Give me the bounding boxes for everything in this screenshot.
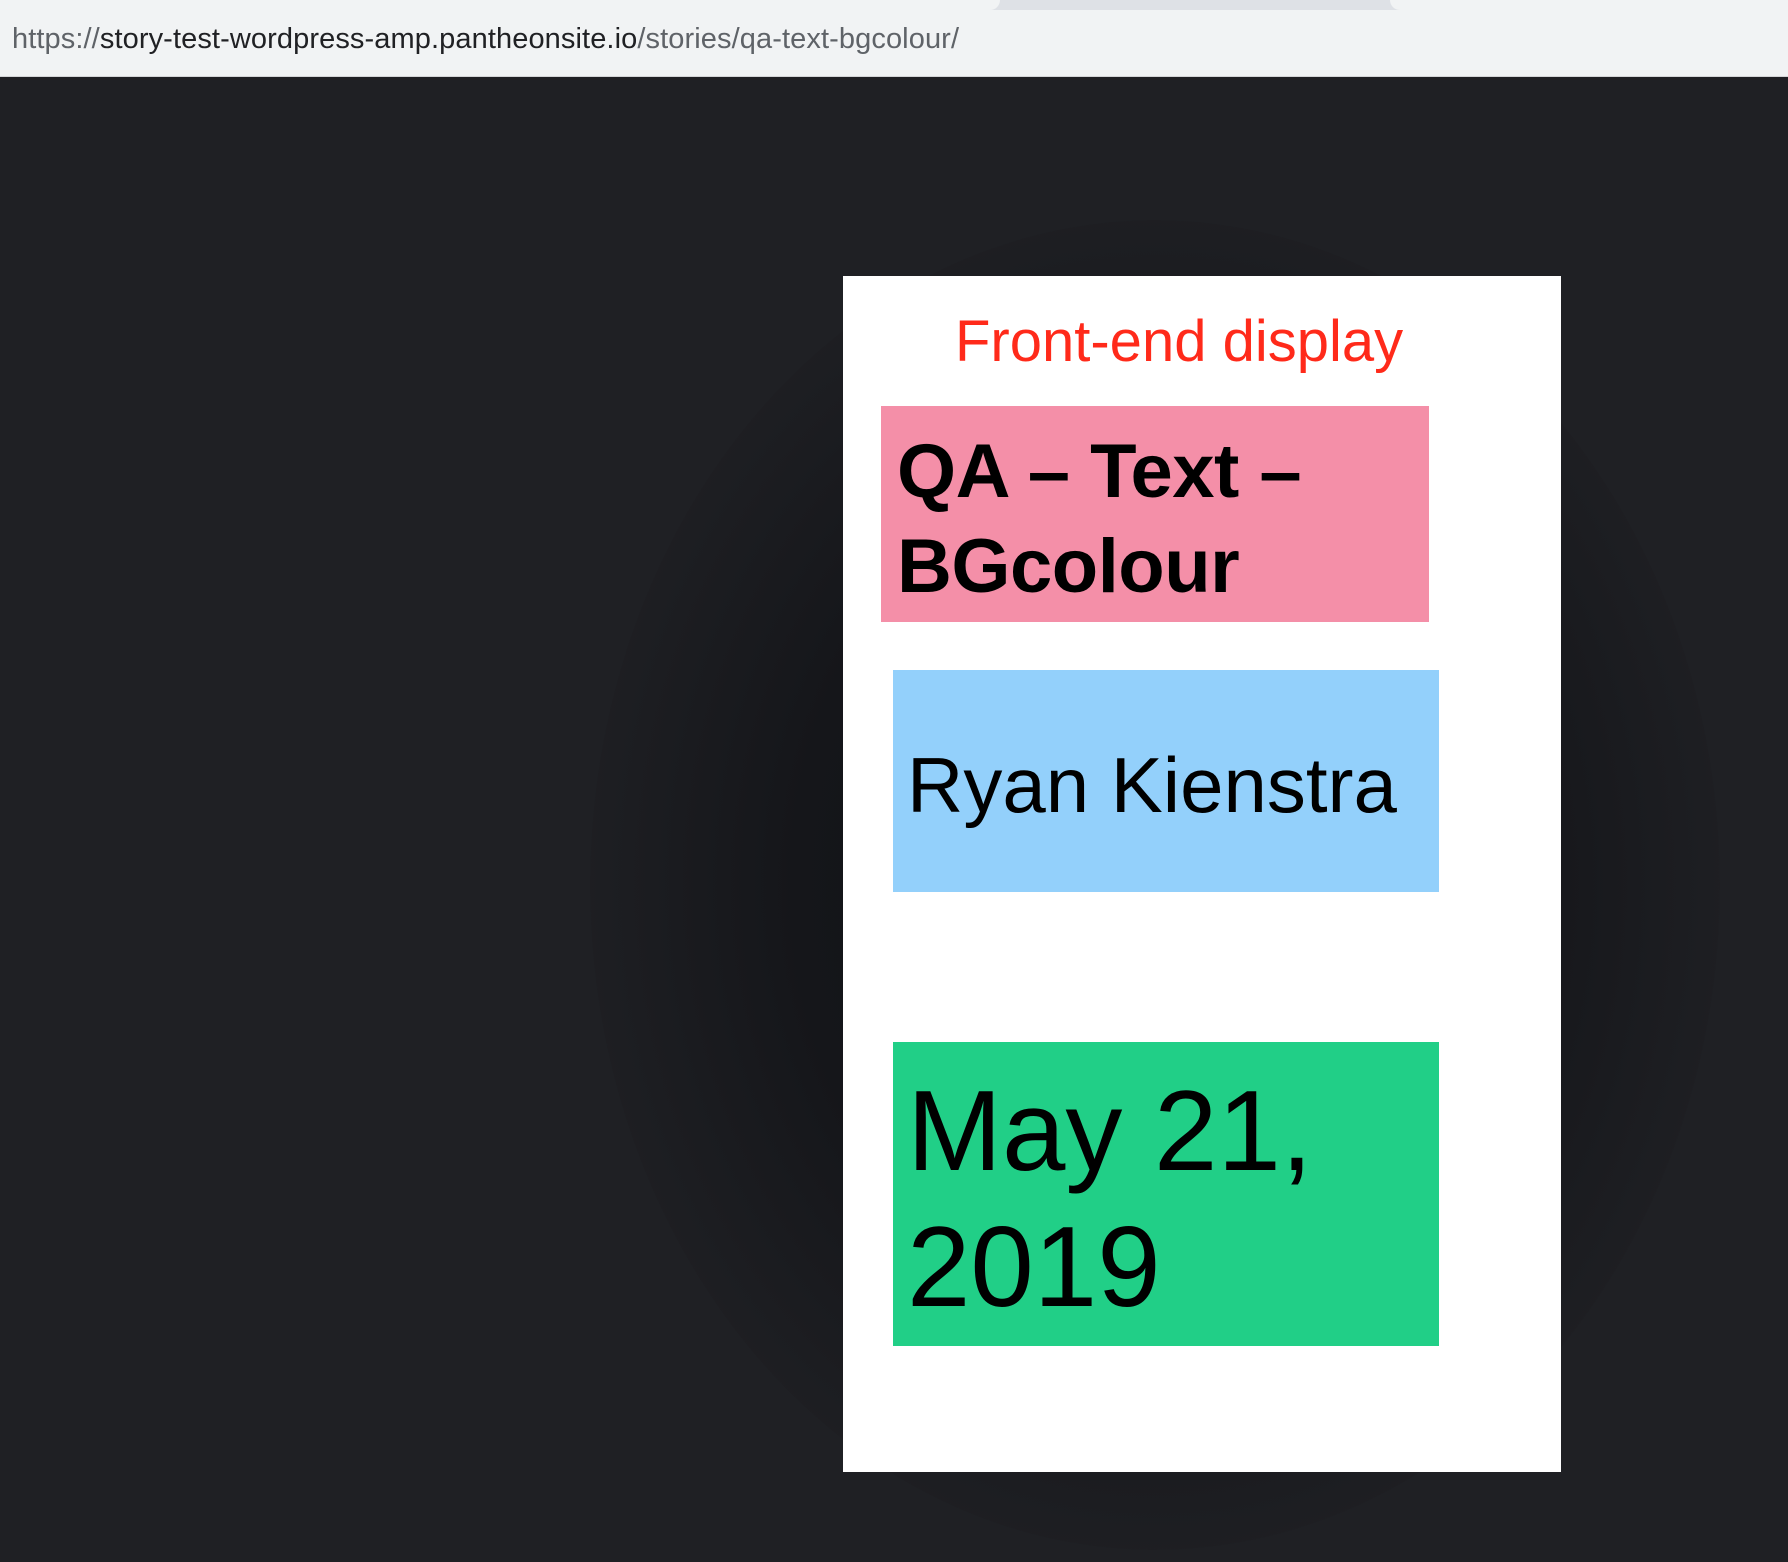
story-page: Front-end display QA – Text – BGcolour R… (843, 276, 1561, 1472)
author-name: Ryan Kienstra (907, 741, 1397, 829)
active-tab-edge[interactable] (0, 0, 1000, 10)
story-title: QA – Text – BGcolour (897, 429, 1302, 609)
author-block: Ryan Kienstra (893, 670, 1439, 892)
address-bar[interactable]: https://story-test-wordpress-amp.pantheo… (12, 22, 959, 56)
url-scheme: https:// (12, 23, 100, 55)
url-path: /stories/qa-text-bgcolour/ (637, 23, 960, 55)
story-title-block: QA – Text – BGcolour (881, 406, 1429, 622)
tab-strip (0, 0, 1788, 10)
url-host: story-test-wordpress-amp.pantheonsite.io (99, 23, 638, 55)
annotation-label: Front-end display (955, 309, 1404, 374)
date-block: May 21, 2019 (893, 1042, 1439, 1346)
publish-date: May 21, 2019 (907, 1068, 1313, 1331)
browser-toolbar: https://story-test-wordpress-amp.pantheo… (0, 0, 1788, 77)
inactive-tab-edge[interactable] (1390, 0, 1788, 10)
